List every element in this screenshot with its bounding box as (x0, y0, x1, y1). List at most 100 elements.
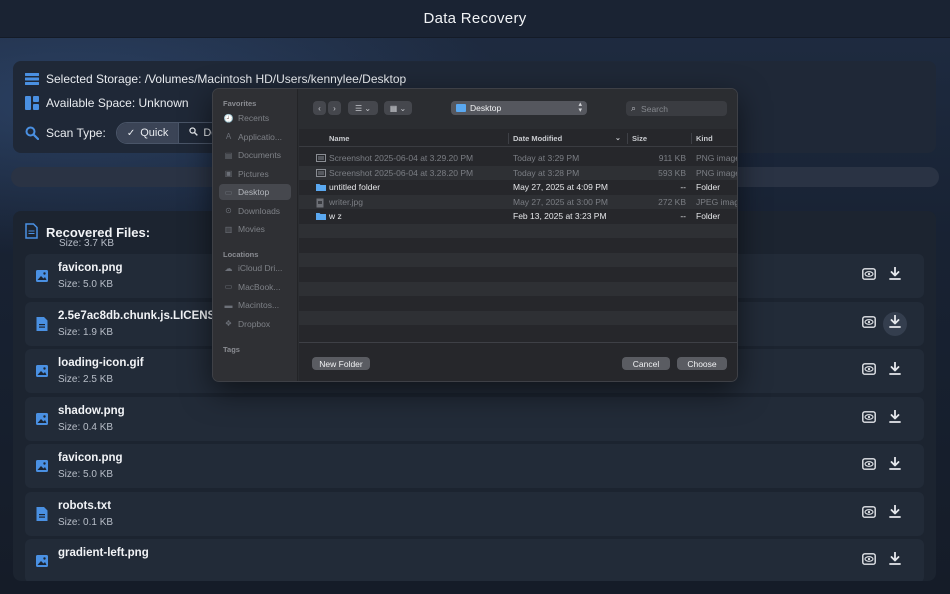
cancel-button[interactable]: Cancel (622, 357, 670, 370)
sidebar-item-label: Downloads (238, 205, 281, 216)
preview-button[interactable] (857, 549, 881, 573)
file-browser-row[interactable]: Screenshot 2025-06-04 at 3.28.20 PM Today… (299, 165, 738, 180)
sidebar-location-laptop[interactable]: ▭ MacBook... (219, 279, 291, 295)
download-icon (889, 361, 901, 380)
available-space-label: Available Space: Unknown (46, 96, 189, 110)
eye-icon (862, 362, 876, 380)
download-button[interactable] (883, 407, 907, 431)
file-chooser-dialog: Favorites 🕘 Recents A Applicatio... ▤ Documen… (212, 88, 738, 382)
sidebar-item-recents[interactable]: 🕘 Recents (219, 110, 291, 126)
sidebar-item-applications[interactable]: A Applicatio... (219, 129, 291, 145)
folder-icon (316, 183, 326, 191)
preview-button[interactable] (857, 407, 881, 431)
cancel-label: Cancel (632, 358, 660, 369)
download-button[interactable] (883, 502, 907, 526)
selected-storage-row: Selected Storage: /Volumes/Macintosh HD/… (25, 72, 406, 86)
empty-row (299, 296, 737, 311)
download-button[interactable] (883, 549, 907, 573)
updown-chevron-icon: ▴ ▾ (578, 101, 582, 114)
recents-icon: 🕘 (223, 113, 234, 123)
choose-button[interactable]: Choose (677, 357, 727, 370)
empty-row (299, 325, 737, 340)
search-icon (25, 126, 39, 140)
sidebar-location-disk[interactable]: ▬ Macintos... (219, 297, 291, 313)
sidebar-item-label: Movies (238, 224, 265, 234)
row-size: -- (680, 211, 686, 221)
file-row: robots.txt Size: 0.1 KB (25, 491, 924, 536)
row-date: May 27, 2025 at 4:09 PM (513, 182, 608, 192)
file-browser-row[interactable]: writer.jpg May 27, 2025 at 3:00 PM 272 KB J… (299, 194, 738, 209)
row-kind: PNG image (696, 153, 738, 163)
image-file-icon (35, 363, 49, 379)
download-icon (889, 314, 901, 333)
column-date-modified[interactable]: Date Modified (513, 134, 562, 143)
row-date: Today at 3:28 PM (513, 167, 580, 178)
download-button[interactable] (883, 311, 907, 336)
forward-button[interactable]: › (328, 101, 341, 115)
grid-view-button[interactable]: ▦ ⌄ (384, 101, 412, 115)
chevron-right-icon: › (333, 103, 336, 113)
sidebar-item-documents[interactable]: ▤ Documents (219, 147, 291, 163)
window-title: Data Recovery (423, 10, 527, 27)
eye-icon (862, 410, 876, 428)
column-size[interactable]: Size (632, 134, 647, 143)
file-name: loading-icon.gif (58, 357, 144, 369)
row-kind: JPEG imag (696, 196, 738, 207)
selected-storage-label: Selected Storage: /Volumes/Macintosh HD/… (46, 72, 407, 86)
location-label: Desktop (470, 103, 502, 113)
sidebar-item-desktop[interactable]: ▭ Desktop (219, 184, 291, 200)
pictures-icon: ▣ (224, 169, 233, 178)
empty-row (299, 310, 737, 325)
sidebar-item-label: Recents (238, 113, 270, 123)
document-icon (25, 223, 38, 242)
column-name[interactable]: Name (329, 134, 349, 143)
new-folder-button[interactable]: New Folder (312, 357, 370, 370)
download-button[interactable] (883, 454, 907, 478)
download-button[interactable] (883, 264, 907, 288)
list-view-button[interactable]: ☰ ⌄ (348, 101, 378, 115)
file-browser-row[interactable]: w z Feb 13, 2025 at 3:23 PM -- Folder (299, 209, 737, 224)
row-name: Screenshot 2025-06-04 at 3.29.20 PM (329, 153, 474, 163)
row-name: w z (329, 211, 342, 221)
dialog-main-pane: ‹ › ☰ ⌄ ▦ ⌄ Desktop ▴ ▾ ⌕ Search Name Dat… (299, 89, 738, 381)
icloud-icon: ☁ (224, 263, 233, 273)
choose-label: Choose (687, 358, 717, 369)
download-icon (889, 456, 901, 475)
sidebar-location-dropbox[interactable]: ❖ Dropbox (219, 316, 291, 332)
window-titlebar: Data Recovery (0, 0, 950, 38)
column-kind[interactable]: Kind (696, 134, 713, 143)
file-name: favicon.png (58, 262, 123, 274)
file-size: Size: 5.0 KB (58, 469, 114, 480)
sort-chevron-icon: ⌄ (615, 135, 621, 142)
sidebar-item-label: iCloud Dri... (238, 263, 283, 273)
preview-button[interactable] (857, 264, 881, 288)
preview-button[interactable] (857, 312, 881, 336)
file-browser-row[interactable]: untitled folder May 27, 2025 at 4:09 PM --… (299, 180, 737, 195)
row-name: Screenshot 2025-06-04 at 3.28.20 PM (329, 167, 474, 178)
new-folder-label: New Folder (319, 358, 363, 369)
file-row: favicon.png Size: 5.0 KB (25, 444, 924, 488)
search-field[interactable]: ⌕ Search (626, 101, 727, 116)
row-kind: PNG image (696, 167, 738, 178)
sidebar-item-downloads[interactable]: ⊙ Downloads (219, 203, 291, 219)
preview-button[interactable] (857, 454, 881, 478)
sidebar-item-label: Macintos... (238, 300, 280, 310)
row-size: 911 KB (658, 153, 686, 163)
sidebar-item-movies[interactable]: ▥ Movies (219, 221, 291, 237)
row-kind: Folder (696, 182, 721, 192)
file-name: gradient-left.png (58, 547, 149, 559)
scan-quick-option[interactable]: ✓ Quick (116, 123, 179, 143)
file-browser-row[interactable]: Screenshot 2025-06-04 at 3.29.20 PM Today… (299, 151, 738, 166)
sidebar-location-icloud[interactable]: ☁ iCloud Dri... (219, 260, 291, 276)
dashboard-icon (25, 96, 39, 110)
download-button[interactable] (883, 359, 907, 383)
sidebar-item-label: Pictures (238, 168, 269, 179)
preview-button[interactable] (857, 359, 881, 383)
sidebar-item-pictures[interactable]: ▣ Pictures (219, 166, 291, 182)
location-popup[interactable]: Desktop ▴ ▾ (451, 101, 587, 115)
documents-icon: ▤ (224, 150, 233, 160)
back-button[interactable]: ‹ (313, 101, 326, 115)
row-name: untitled folder (329, 182, 381, 192)
preview-button[interactable] (857, 502, 881, 526)
partial-file-size: Size: 3.7 KB (59, 238, 115, 249)
